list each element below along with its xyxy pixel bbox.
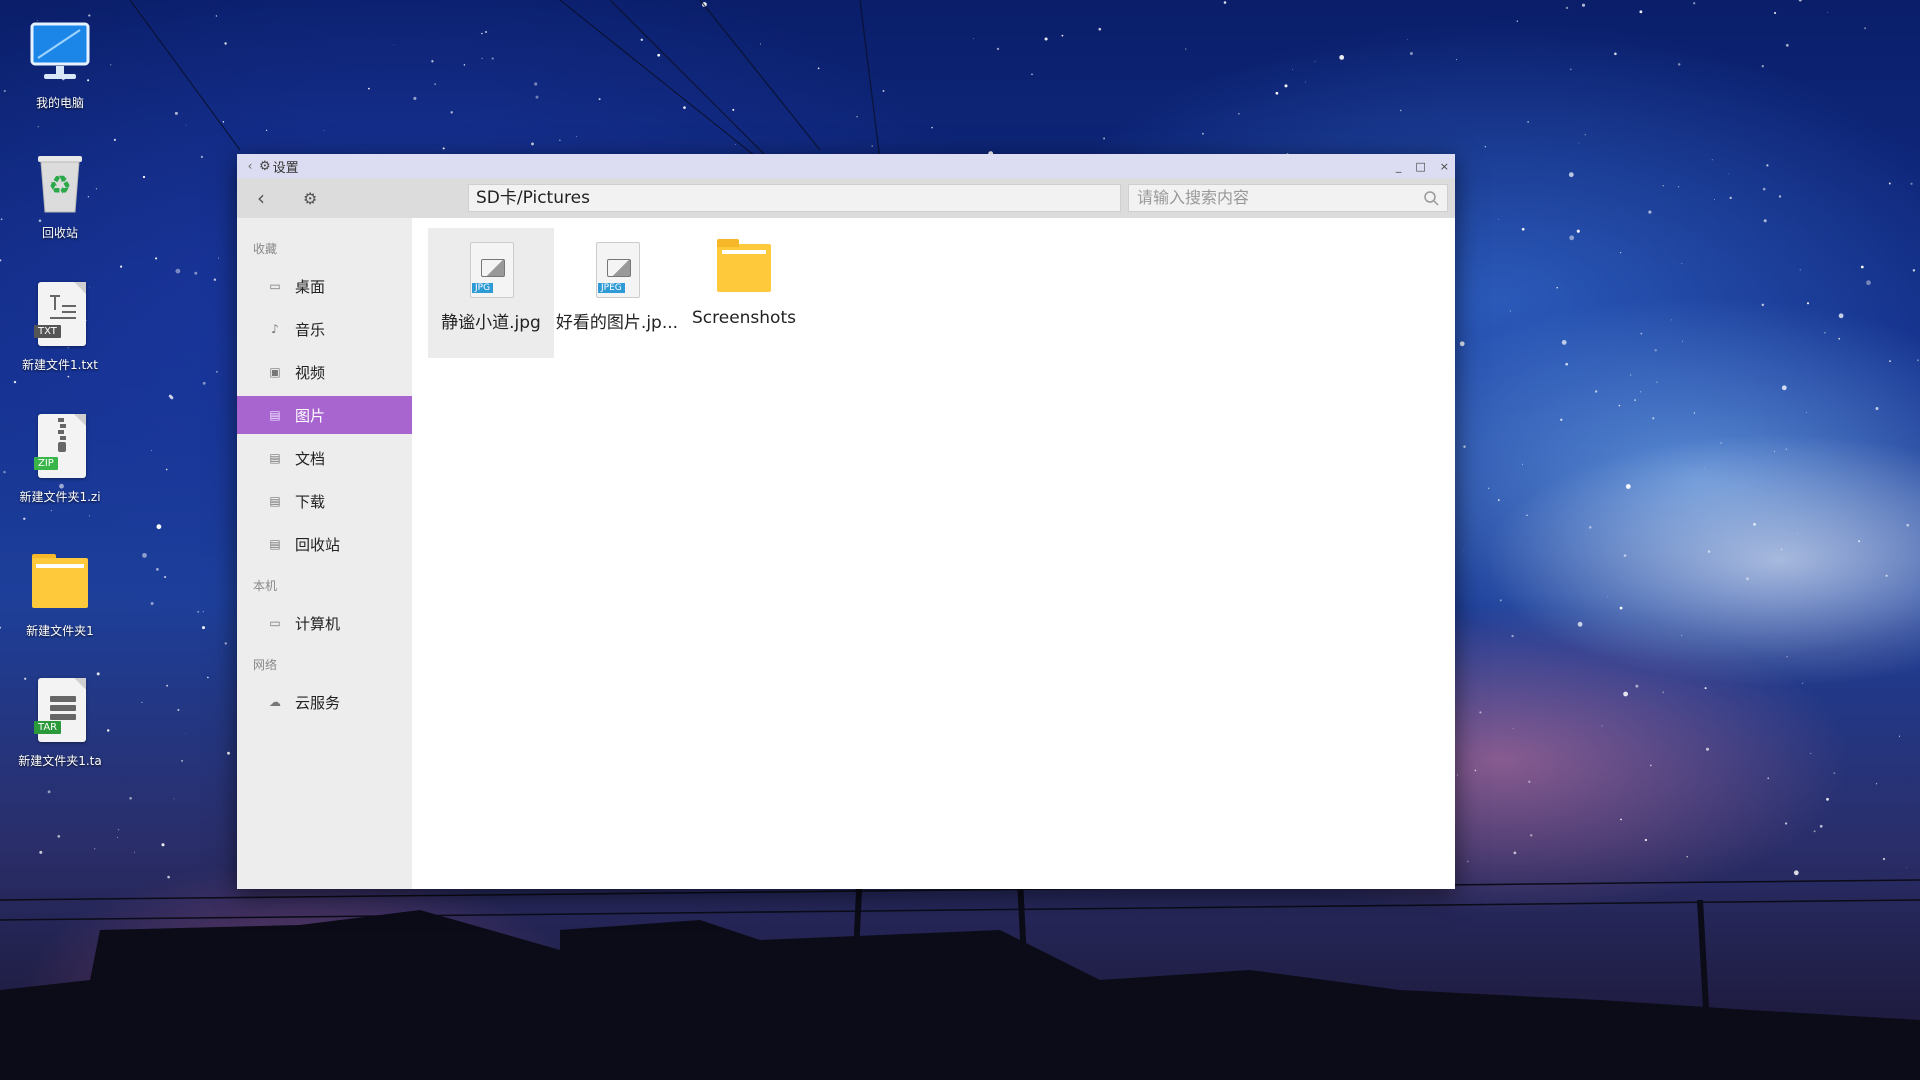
folder-item[interactable]: Screenshots xyxy=(681,228,807,358)
computer-icon xyxy=(24,18,96,90)
sidebar-item-label: 云服务 xyxy=(295,693,341,712)
file-name: Screenshots xyxy=(691,308,796,328)
desktop-icon-label: 新建文件1.txt xyxy=(22,358,98,372)
sidebar-item-documents[interactable]: ▤ 文档 xyxy=(237,439,412,477)
recycle-bin-icon: ♻ xyxy=(24,148,96,220)
desktop-icon-my-computer[interactable]: 我的电脑 xyxy=(5,18,115,111)
file-type-tag: TAR xyxy=(34,721,62,734)
folder-icon xyxy=(24,546,96,618)
settings-app-icon: ⚙ xyxy=(259,158,271,174)
sidebar-item-label: 回收站 xyxy=(295,535,341,554)
folder-icon xyxy=(714,239,774,302)
trash-icon: ▤ xyxy=(269,537,281,551)
video-icon: ▣ xyxy=(269,365,281,379)
file-grid: JPG 静谧小道.jpg JPEG 好看的图片.jp... Screenshot… xyxy=(412,218,1455,889)
file-item[interactable]: JPEG 好看的图片.jp... xyxy=(554,228,680,358)
settings-button[interactable]: ⚙ xyxy=(303,189,333,208)
computer-icon: ▭ xyxy=(269,616,281,630)
tar-file-icon: TAR xyxy=(24,676,96,748)
sidebar-item-trash[interactable]: ▤ 回收站 xyxy=(237,525,412,563)
sidebar-section-favorites: 收藏 xyxy=(253,242,278,256)
desktop-icon-tar-file[interactable]: TAR 新建文件夹1.ta xyxy=(5,676,115,769)
desktop-icon-label: 回收站 xyxy=(41,226,78,240)
desktop-icon-txt-file[interactable]: TXT 新建文件1.txt xyxy=(5,280,115,373)
sidebar-item-label: 计算机 xyxy=(295,614,341,633)
file-type-tag: JPEG xyxy=(598,283,625,293)
image-file-icon: JPEG xyxy=(587,242,647,302)
document-icon: ▤ xyxy=(269,451,281,465)
maximize-button[interactable]: □ xyxy=(1415,160,1425,173)
zip-file-icon: ZIP xyxy=(24,412,96,484)
sidebar-section-local: 本机 xyxy=(253,579,278,593)
chevron-left-icon[interactable]: ‹ xyxy=(241,159,259,173)
sidebar-item-desktop[interactable]: ▭ 桌面 xyxy=(237,267,412,305)
file-manager-window: ‹ ⚙ 设置 _ □ × ‹ ⚙ SD卡/Pictures 请输入搜索内容 收藏… xyxy=(237,154,1455,889)
sidebar-item-downloads[interactable]: ▤ 下载 xyxy=(237,482,412,520)
file-item[interactable]: JPG 静谧小道.jpg xyxy=(428,228,554,358)
sidebar-item-video[interactable]: ▣ 视频 xyxy=(237,353,412,391)
toolbar: ‹ ⚙ SD卡/Pictures 请输入搜索内容 xyxy=(237,178,1455,218)
back-button[interactable]: ‹ xyxy=(257,186,287,210)
sidebar: 收藏 ▭ 桌面 ♪ 音乐 ▣ 视频 ▤ 图片 ▤ 文档 ▤ 下载 ▤ 回收站 本… xyxy=(237,218,412,889)
file-type-tag: TXT xyxy=(34,325,61,338)
desktop-icon-label: 新建文件夹1.ta xyxy=(18,754,102,768)
search-placeholder: 请输入搜索内容 xyxy=(1137,188,1250,207)
desktop-icon-label: 新建文件夹1.zi xyxy=(19,490,101,504)
txt-file-icon: TXT xyxy=(24,280,96,352)
download-icon: ▤ xyxy=(269,494,281,508)
path-text: SD卡/Pictures xyxy=(476,188,590,208)
svg-text:♻: ♻ xyxy=(48,171,71,201)
file-name: 好看的图片.jp... xyxy=(555,313,679,333)
sidebar-item-label: 图片 xyxy=(295,406,326,425)
desktop-icon-folder[interactable]: 新建文件夹1 xyxy=(5,546,115,639)
close-button[interactable]: × xyxy=(1440,160,1449,173)
sidebar-item-label: 文档 xyxy=(295,449,326,468)
file-type-tag: ZIP xyxy=(34,457,58,470)
sidebar-item-label: 桌面 xyxy=(295,277,326,296)
file-type-tag: JPG xyxy=(472,283,494,293)
cloud-icon: ☁ xyxy=(269,695,281,709)
wallpaper-silhouette xyxy=(0,870,1920,1080)
desktop-icon: ▭ xyxy=(269,279,281,293)
path-bar[interactable]: SD卡/Pictures xyxy=(468,184,1121,212)
sidebar-item-computer[interactable]: ▭ 计算机 xyxy=(237,604,412,642)
picture-icon: ▤ xyxy=(269,408,281,422)
search-icon[interactable] xyxy=(1423,190,1439,206)
desktop-icon-recycle-bin[interactable]: ♻ 回收站 xyxy=(5,148,115,241)
sidebar-item-label: 音乐 xyxy=(295,320,326,339)
window-titlebar[interactable]: ‹ ⚙ 设置 _ □ × xyxy=(237,154,1455,178)
window-title: 设置 xyxy=(272,160,299,176)
file-name: 静谧小道.jpg xyxy=(441,313,541,333)
desktop-icon-label: 新建文件夹1 xyxy=(26,624,94,638)
image-file-icon: JPG xyxy=(461,242,521,302)
search-input[interactable]: 请输入搜索内容 xyxy=(1128,184,1448,212)
music-icon: ♪ xyxy=(271,322,279,336)
sidebar-item-pictures[interactable]: ▤ 图片 xyxy=(237,396,412,434)
desktop-icon-label: 我的电脑 xyxy=(35,96,84,110)
sidebar-item-label: 下载 xyxy=(295,492,326,511)
sidebar-section-network: 网络 xyxy=(253,658,278,672)
sidebar-item-music[interactable]: ♪ 音乐 xyxy=(237,310,412,348)
sidebar-item-label: 视频 xyxy=(295,363,326,382)
minimize-button[interactable]: _ xyxy=(1396,160,1402,173)
sidebar-item-cloud[interactable]: ☁ 云服务 xyxy=(237,683,412,721)
desktop-icon-zip-file[interactable]: ZIP 新建文件夹1.zi xyxy=(5,412,115,505)
